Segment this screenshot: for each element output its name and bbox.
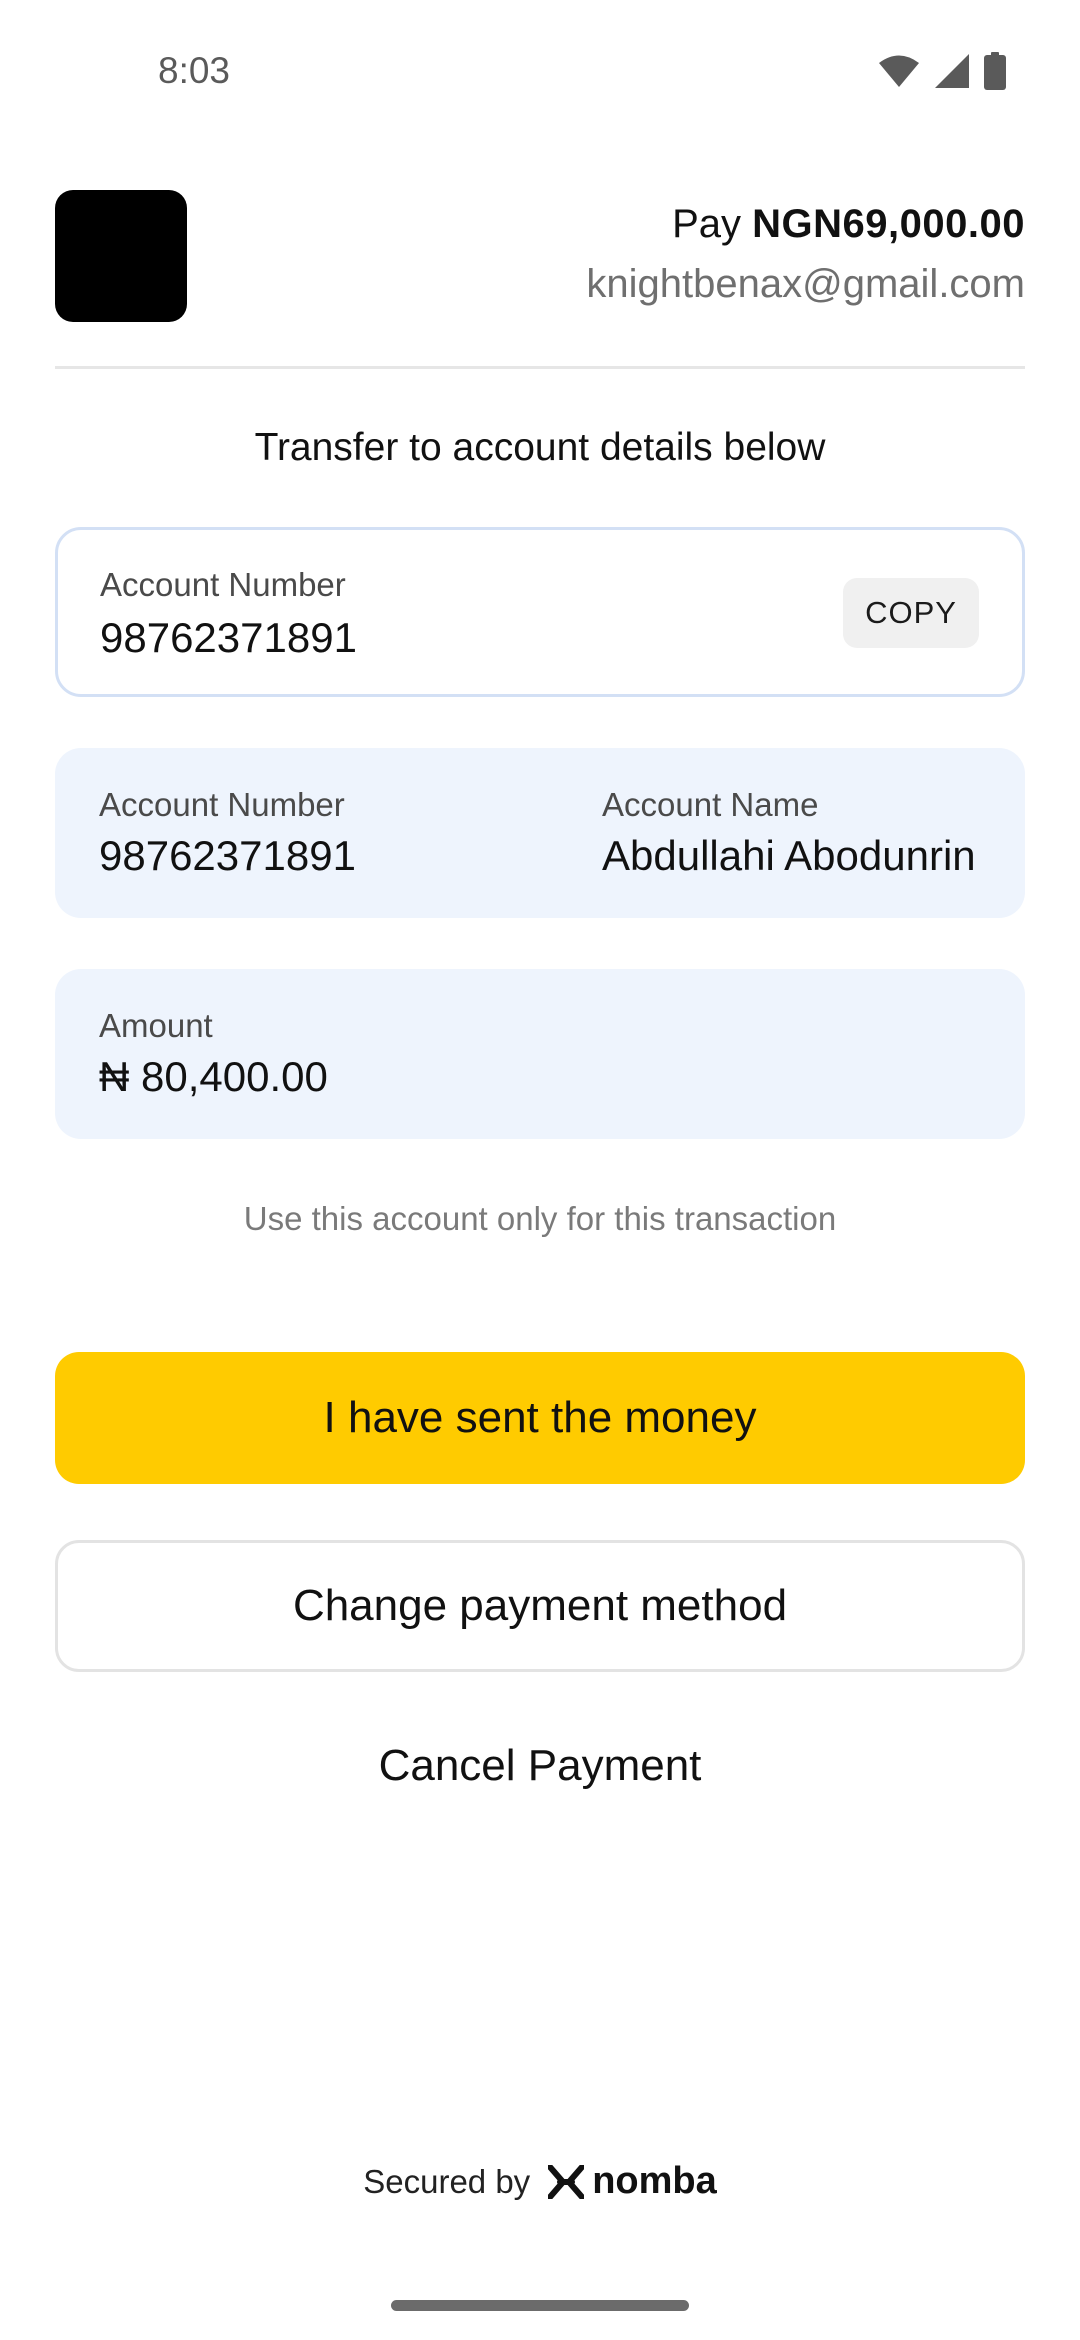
transfer-instruction: Transfer to account details below <box>254 426 826 469</box>
battery-icon <box>984 52 1006 90</box>
nomba-mark-icon <box>548 2164 585 2199</box>
status-bar: 8:03 <box>0 0 1080 140</box>
account-name-value: Abdullahi Abodunrin <box>602 832 976 879</box>
account-number-card: Account Number 98762371891 COPY <box>55 527 1025 697</box>
payer-email: knightbenax@gmail.com <box>586 262 1025 306</box>
home-indicator[interactable] <box>391 2300 689 2311</box>
signal-icon <box>935 54 969 88</box>
secured-footer: Secured by nomba <box>0 2160 1080 2203</box>
status-time: 8:03 <box>158 50 231 91</box>
wifi-icon <box>879 55 919 87</box>
nomba-brand-name: nomba <box>592 2160 717 2202</box>
amount-card: Amount ₦ 80,400.00 <box>55 969 1025 1139</box>
pay-summary: Pay NGN69,000.00 <box>672 202 1025 247</box>
account-details-card: Account Number 98762371891 Account Name … <box>55 748 1025 918</box>
details-account-number-label: Account Number <box>99 786 345 823</box>
amount-value: ₦ 80,400.00 <box>99 1053 328 1100</box>
pay-label: Pay <box>672 202 742 246</box>
divider <box>55 366 1025 369</box>
status-icons <box>878 52 1006 90</box>
sent-money-button[interactable]: I have sent the money <box>55 1352 1025 1484</box>
payment-header: Pay NGN69,000.00 knightbenax@gmail.com <box>55 190 1025 322</box>
account-name-label: Account Name <box>602 786 819 823</box>
pay-amount: NGN69,000.00 <box>752 202 1025 246</box>
change-payment-method-button[interactable]: Change payment method <box>55 1540 1025 1672</box>
account-number-label: Account Number <box>100 566 346 603</box>
cancel-payment-button[interactable]: Cancel Payment <box>55 1700 1025 1832</box>
nomba-logo: nomba <box>548 2160 717 2203</box>
amount-label: Amount <box>99 1007 213 1044</box>
account-usage-note: Use this account only for this transacti… <box>243 1200 837 1237</box>
secured-by-label: Secured by <box>363 2162 531 2200</box>
merchant-logo <box>55 190 187 322</box>
account-number-value: 98762371891 <box>100 614 357 661</box>
copy-button[interactable]: COPY <box>843 578 979 648</box>
details-account-number-value: 98762371891 <box>99 832 356 879</box>
